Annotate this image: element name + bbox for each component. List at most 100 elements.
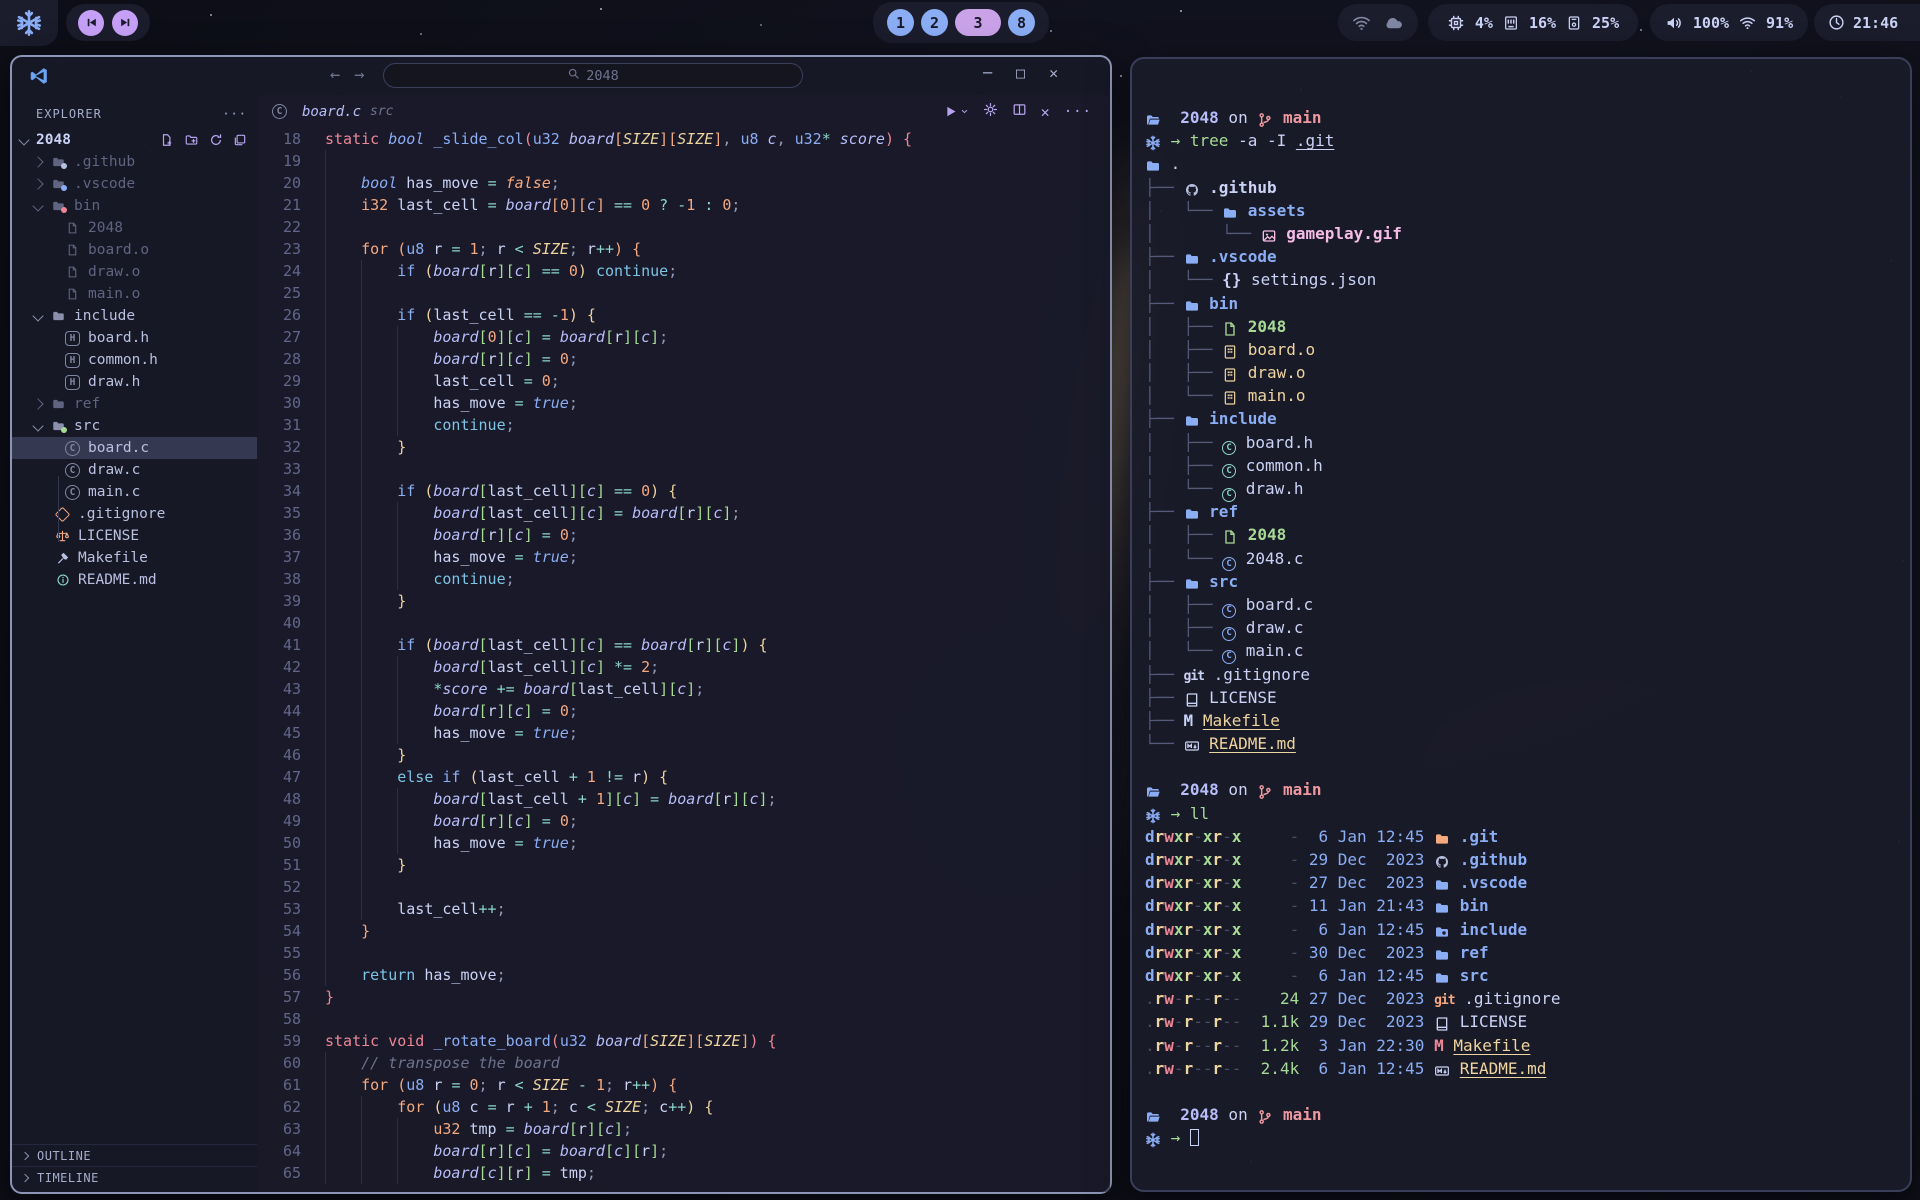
- timeline-panel[interactable]: TIMELINE: [12, 1166, 257, 1188]
- code-line-32: 32 }: [257, 436, 1110, 458]
- editor-tab[interactable]: C board.c src ✕ ···: [257, 95, 1110, 128]
- new-file-button[interactable]: [160, 132, 174, 148]
- code-line-28: 28 board[r][c] = 0;: [257, 348, 1110, 370]
- terminal-line-44: →: [1145, 1126, 1898, 1149]
- terminal-line-9: │ ├── 2048: [1145, 315, 1898, 338]
- file-tree-item-include[interactable]: include: [12, 305, 257, 327]
- workspace-button-2[interactable]: 2: [921, 9, 948, 36]
- file-tree-item-draw.c[interactable]: Cdraw.c: [12, 459, 257, 481]
- terminal-line-10: │ ├── board.o: [1145, 338, 1898, 361]
- code-line-48: 48 board[last_cell + 1][c] = board[r][c]…: [257, 788, 1110, 810]
- volume-level: 100%: [1693, 14, 1729, 32]
- file-tree-item-draw.h[interactable]: Hdraw.h: [12, 371, 257, 393]
- split-editor-button[interactable]: [1012, 102, 1027, 121]
- workspace-button-8[interactable]: 8: [1008, 9, 1035, 36]
- wifi-icon[interactable]: [1739, 14, 1756, 31]
- file-tree-item-common.h[interactable]: Hcommon.h: [12, 349, 257, 371]
- terminal-cursor: [1190, 1129, 1199, 1146]
- file-tree-item-bin[interactable]: bin: [12, 195, 257, 217]
- file-tree-item-.github[interactable]: .github: [12, 151, 257, 173]
- tree-root-2048[interactable]: 2048: [12, 129, 257, 151]
- code-line-50: 50 has_move = true;: [257, 832, 1110, 854]
- terminal-line-14: │ ├── C board.h: [1145, 431, 1898, 454]
- code-line-51: 51 }: [257, 854, 1110, 876]
- nixos-logo-icon[interactable]: [0, 0, 58, 46]
- audio-network-module: 100% 91%: [1650, 4, 1808, 41]
- system-tray: [1338, 4, 1418, 41]
- file-tree-item-2048[interactable]: 2048: [12, 217, 257, 239]
- command-center-search[interactable]: 2048: [383, 63, 803, 88]
- file-tree-item-board.c[interactable]: Cboard.c: [12, 437, 257, 459]
- cloud-tray-icon[interactable]: [1383, 12, 1404, 33]
- code-editor[interactable]: 18static bool _slide_col(u32 board[SIZE]…: [257, 128, 1110, 1192]
- explorer-more-button[interactable]: ···: [222, 107, 247, 121]
- file-tree-item-LICENSE[interactable]: LICENSE: [12, 525, 257, 547]
- file-tree-item-.gitignore[interactable]: .gitignore: [12, 503, 257, 525]
- terminal-line-24: ├── git .gitignore: [1145, 663, 1898, 686]
- tab-folder-hint: src: [370, 104, 393, 119]
- close-button[interactable]: ✕: [1049, 64, 1058, 82]
- speaker-icon[interactable]: [1665, 14, 1683, 32]
- terminal-line-4: │ └── assets: [1145, 199, 1898, 222]
- code-line-39: 39 }: [257, 590, 1110, 612]
- file-tree-item-Makefile[interactable]: Makefile: [12, 547, 257, 569]
- terminal-line-17: ├── ref: [1145, 500, 1898, 523]
- minimize-button[interactable]: ─: [983, 64, 992, 82]
- file-tree-item-src[interactable]: src: [12, 415, 257, 437]
- code-line-34: 34 if (board[last_cell][c] == 0) {: [257, 480, 1110, 502]
- terminal-line-39: .rw-r--r-- 1.1k 29 Dec 2023 LICENSE: [1145, 1010, 1898, 1033]
- code-line-27: 27 board[0][c] = board[r][c];: [257, 326, 1110, 348]
- media-next-button[interactable]: [112, 10, 138, 36]
- code-line-21: 21 i32 last_cell = board[0][c] == 0 ? -1…: [257, 194, 1110, 216]
- maximize-button[interactable]: □: [1016, 64, 1025, 82]
- file-tree-item-main.c[interactable]: Cmain.c: [12, 481, 257, 503]
- file-tree-item-board.h[interactable]: Hboard.h: [12, 327, 257, 349]
- clock-icon: [1828, 14, 1845, 31]
- file-tree-item-README.md[interactable]: README.md: [12, 569, 257, 591]
- outline-panel[interactable]: OUTLINE: [12, 1144, 257, 1166]
- tab-filename: board.c: [302, 104, 361, 120]
- run-file-button[interactable]: [943, 104, 969, 119]
- terminal-line-21: │ ├── C board.c: [1145, 593, 1898, 616]
- terminal-line-30: → ll: [1145, 802, 1898, 825]
- code-line-33: 33: [257, 458, 1110, 480]
- close-editor-button[interactable]: ✕: [1041, 103, 1050, 121]
- ram-usage: 16%: [1529, 14, 1556, 32]
- workspace-button-1[interactable]: 1: [887, 9, 914, 36]
- new-folder-button[interactable]: [184, 132, 199, 148]
- vscode-titlebar: ← → 2048 ─ □ ✕: [12, 57, 1110, 95]
- terminal-line-3: ├── .github: [1145, 176, 1898, 199]
- nav-forward-button[interactable]: →: [354, 65, 364, 85]
- terminal-line-12: │ └── main.o: [1145, 384, 1898, 407]
- wifi-strength: 91%: [1766, 14, 1793, 32]
- editor-more-actions[interactable]: ···: [1064, 104, 1092, 120]
- code-line-54: 54 }: [257, 920, 1110, 942]
- code-line-45: 45 has_move = true;: [257, 722, 1110, 744]
- settings-gear-icon[interactable]: [983, 102, 998, 121]
- code-line-31: 31 continue;: [257, 414, 1110, 436]
- workspace-button-3[interactable]: 3: [955, 9, 1001, 36]
- code-line-23: 23 for (u8 r = 1; r < SIZE; r++) {: [257, 238, 1110, 260]
- code-line-60: 60 // transpose the board: [257, 1052, 1110, 1074]
- collapse-folders-button[interactable]: [233, 132, 247, 148]
- cpu-usage: 4%: [1475, 14, 1493, 32]
- file-tree-item-ref[interactable]: ref: [12, 393, 257, 415]
- refresh-explorer-button[interactable]: [209, 132, 223, 148]
- file-tree-item-.vscode[interactable]: .vscode: [12, 173, 257, 195]
- nav-back-button[interactable]: ←: [330, 65, 340, 85]
- clock-time: 21:46: [1853, 14, 1898, 32]
- file-tree-item-main.o[interactable]: main.o: [12, 283, 257, 305]
- file-tree-item-board.o[interactable]: board.o: [12, 239, 257, 261]
- code-line-22: 22: [257, 216, 1110, 238]
- terminal-window[interactable]: 2048 on main → tree -a -I .git .├── .git…: [1130, 57, 1912, 1192]
- terminal-line-36: drwxr-xr-x - 30 Dec 2023 ref: [1145, 941, 1898, 964]
- code-line-63: 63 u32 tmp = board[r][c];: [257, 1118, 1110, 1140]
- code-line-62: 62 for (u8 c = r + 1; c < SIZE; c++) {: [257, 1096, 1110, 1118]
- network-tray-icon[interactable]: [1352, 13, 1371, 32]
- file-tree-item-draw.o[interactable]: draw.o: [12, 261, 257, 283]
- terminal-line-5: │ └── gameplay.gif: [1145, 222, 1898, 245]
- terminal-line-40: .rw-r--r-- 1.2k 3 Jan 22:30 M Makefile: [1145, 1034, 1898, 1057]
- media-previous-button[interactable]: [78, 10, 104, 36]
- code-line-42: 42 board[last_cell][c] *= 2;: [257, 656, 1110, 678]
- disk-icon: [1566, 15, 1582, 31]
